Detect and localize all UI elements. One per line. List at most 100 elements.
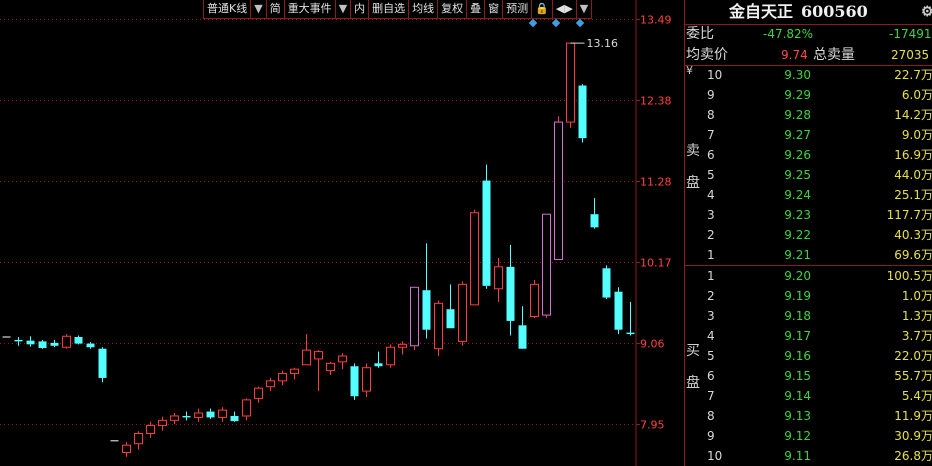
window-button[interactable]: 窗 xyxy=(485,0,504,18)
buy-level-row[interactable]: 9 9.12 30.9万 xyxy=(685,426,932,446)
level-number: 4 xyxy=(707,188,715,202)
kline-chart[interactable]: 13.49 12.38 11.28 10.17 9.06 7.95 13.16 xyxy=(0,0,684,466)
avg-sell-price: 9.74 xyxy=(781,48,808,62)
stock-header: 金自天正 600560 ⚙ xyxy=(685,0,932,24)
level-volume: 3.7万 xyxy=(901,329,932,343)
candle-body xyxy=(14,339,23,342)
sell-level-row[interactable]: 8 9.28 14.2万 xyxy=(685,105,932,125)
sell-level-row[interactable]: 10 9.30 22.7万 xyxy=(685,65,932,85)
level-price: 9.28 xyxy=(784,108,811,122)
candle-body xyxy=(170,415,179,421)
level-volume: 69.6万 xyxy=(894,248,932,262)
level-volume: 9.0万 xyxy=(901,128,932,142)
overlay-button[interactable]: 叠 xyxy=(467,0,486,18)
candle-body xyxy=(554,121,563,261)
forecast-button[interactable]: 预测 xyxy=(503,0,533,18)
buy-level-row[interactable]: 8 9.13 11.9万 xyxy=(685,406,932,426)
fast-forward-icon[interactable]: ◀▶ xyxy=(553,0,577,18)
sell-level-row[interactable]: 5 9.25 44.0万 xyxy=(685,165,932,185)
buy-level-row[interactable]: 3 9.18 1.3万 xyxy=(685,306,932,326)
candle-body xyxy=(314,351,323,360)
sell-level-row[interactable]: 1 9.21 69.6万 xyxy=(685,245,932,265)
buy-level-row[interactable]: 10 9.11 26.8万 xyxy=(685,446,932,466)
inner-button[interactable]: 内 xyxy=(351,0,370,18)
level-volume: 100.5万 xyxy=(886,269,932,283)
total-sell-label: 总卖量 xyxy=(813,47,855,63)
candle-body xyxy=(422,290,431,330)
candle-body xyxy=(50,342,59,346)
candle-body xyxy=(242,399,251,417)
level-volume: 14.2万 xyxy=(894,108,932,122)
sell-level-row[interactable]: 2 9.22 40.3万 xyxy=(685,225,932,245)
order-book-panel: 金自天正 600560 ⚙ 委比 -47.82% -17491 均卖价 9.74… xyxy=(684,0,932,466)
level-volume: 25.1万 xyxy=(894,188,932,202)
buy-level-row[interactable]: 2 9.19 1.0万 xyxy=(685,286,932,306)
buy-level-row[interactable]: 7 9.14 5.4万 xyxy=(685,386,932,406)
level-number: 4 xyxy=(707,329,715,343)
weibi-label: 委比 xyxy=(686,26,714,42)
kline-type-dropdown-icon[interactable]: ▼ xyxy=(251,0,267,18)
candle-body xyxy=(350,366,359,397)
candle-body xyxy=(626,332,635,335)
level-price: 9.20 xyxy=(784,269,811,283)
buy-level-row[interactable]: 5 9.16 22.0万 xyxy=(685,346,932,366)
lock-icon[interactable]: 🔒 xyxy=(532,0,553,18)
level-price: 9.12 xyxy=(784,429,811,443)
candle-body xyxy=(566,42,575,123)
major-events-button[interactable]: 重大事件 xyxy=(285,0,336,18)
adjust-rights-button[interactable]: 复权 xyxy=(438,0,468,18)
sell-level-row[interactable]: 6 9.26 16.9万 xyxy=(685,145,932,165)
level-number: 6 xyxy=(707,148,715,162)
candle-body xyxy=(266,380,275,388)
remove-watchlist-button[interactable]: 删自选 xyxy=(369,0,410,18)
stock-code: 600560 xyxy=(801,2,868,21)
candle-body xyxy=(482,180,491,286)
sell-level-row[interactable]: 9 9.29 6.0万 xyxy=(685,85,932,105)
moving-average-button[interactable]: 均线 xyxy=(409,0,439,18)
more-dropdown-icon[interactable]: ▼ xyxy=(577,0,591,18)
sell-level-row[interactable]: 3 9.23 117.7万 xyxy=(685,205,932,225)
level-price: 9.24 xyxy=(784,188,811,202)
level-number: 9 xyxy=(707,88,715,102)
kline-type-button[interactable]: 普通K线 xyxy=(204,0,252,18)
candle-body xyxy=(218,409,227,418)
candle-body xyxy=(506,266,515,321)
simple-mode-button[interactable]: 简 xyxy=(267,0,285,18)
buy-level-row[interactable]: 4 9.17 3.7万 xyxy=(685,326,932,346)
candle-body xyxy=(62,335,71,348)
total-sell-volume: 27035 xyxy=(891,48,930,62)
level-price: 9.16 xyxy=(784,349,811,363)
level-number: 2 xyxy=(707,228,715,242)
gear-icon[interactable]: ⚙ xyxy=(921,0,932,24)
candle-body xyxy=(446,309,455,329)
level-price: 9.19 xyxy=(784,289,811,303)
candle-body xyxy=(74,337,83,344)
candle-body xyxy=(530,283,539,318)
candle-body xyxy=(470,212,479,306)
level-volume: 16.9万 xyxy=(894,148,932,162)
candle-body xyxy=(326,362,335,372)
candle-body xyxy=(398,343,407,348)
level-price: 9.26 xyxy=(784,148,811,162)
candle-body xyxy=(98,348,107,378)
level-volume: 1.0万 xyxy=(901,289,932,303)
level-price: 9.13 xyxy=(784,409,811,423)
level-volume: 44.0万 xyxy=(894,168,932,182)
chart-toolbar: 普通K线 ▼ 简 重大事件 ▼ 内 删自选 均线 复权 叠 窗 预测 🔒 ◀▶ … xyxy=(203,0,593,19)
level-price: 9.30 xyxy=(784,68,811,82)
level-volume: 6.0万 xyxy=(901,88,932,102)
candle-body xyxy=(590,214,599,228)
level-number: 5 xyxy=(707,168,715,182)
major-events-dropdown-icon[interactable]: ▼ xyxy=(336,0,352,18)
buy-level-row[interactable]: 6 9.15 55.7万 xyxy=(685,366,932,386)
sell-level-row[interactable]: 7 9.27 9.0万 xyxy=(685,125,932,145)
candle-body xyxy=(494,266,503,290)
level-number: 9 xyxy=(707,429,715,443)
kline-chart-panel[interactable]: 13.49 12.38 11.28 10.17 9.06 7.95 13.16 普通K线 ▼… xyxy=(0,0,684,466)
sell-level-row[interactable]: 4 9.24 25.1万 xyxy=(685,185,932,205)
candle-body xyxy=(458,283,467,342)
y-tick-label: 10.17 xyxy=(640,257,672,270)
candle-body xyxy=(146,424,155,435)
buy-level-row[interactable]: 1 9.20 100.5万 xyxy=(685,266,932,286)
level-price: 9.23 xyxy=(784,208,811,222)
